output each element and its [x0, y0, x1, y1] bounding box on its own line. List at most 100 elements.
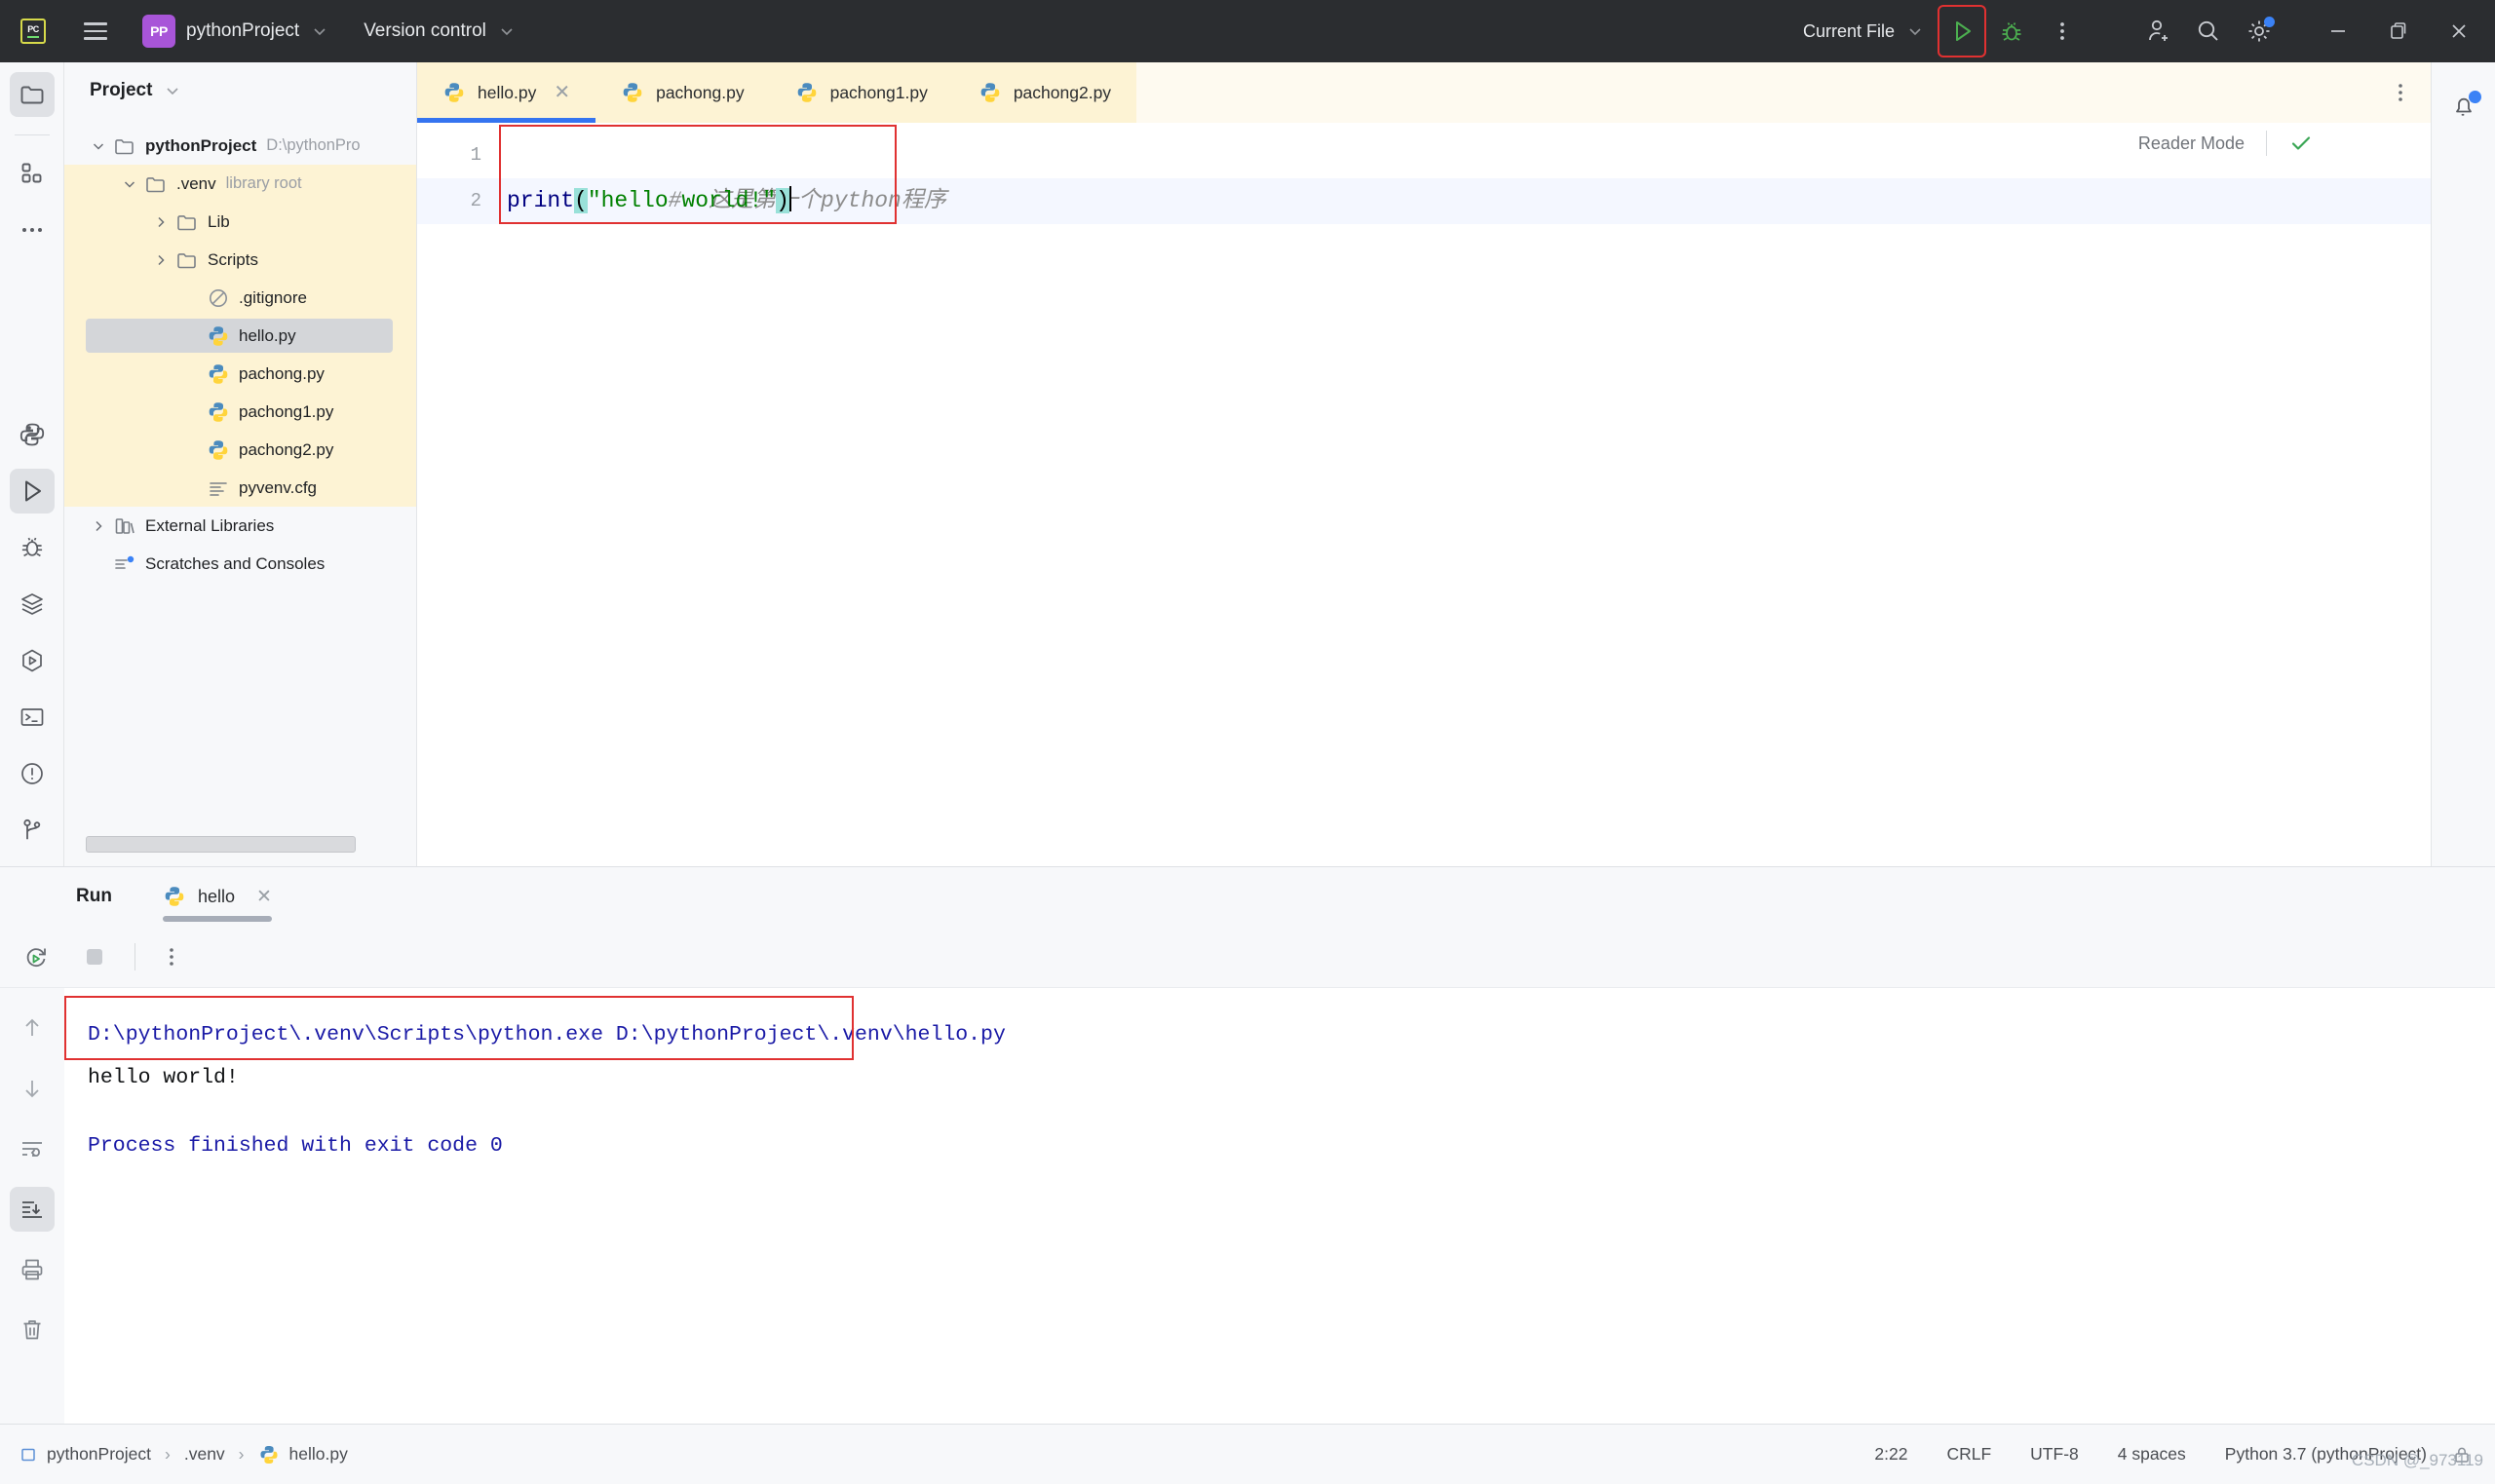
- hamburger-menu-icon[interactable]: [70, 8, 121, 55]
- tree-item-pachong2-py[interactable]: pachong2.py: [64, 431, 416, 469]
- caret-position[interactable]: 2:22: [1874, 1444, 1907, 1465]
- check-mark-icon[interactable]: [2267, 131, 2314, 156]
- folder-icon: [173, 210, 201, 234]
- breadcrumb[interactable]: pythonProject › .venv › hello.py: [19, 1444, 348, 1465]
- problems-warning-icon[interactable]: [10, 751, 55, 796]
- editor-tab-pachong2-py[interactable]: pachong2.py: [953, 62, 1136, 123]
- chevron-down-icon[interactable]: [86, 138, 111, 154]
- breadcrumb-item-hello-py[interactable]: hello.py: [258, 1444, 348, 1465]
- close-icon[interactable]: [2429, 4, 2489, 58]
- python-file-icon: [205, 438, 232, 462]
- breadcrumb-item--venv[interactable]: .venv: [184, 1444, 225, 1465]
- tree-item-pythonproject[interactable]: pythonProject D:\pythonPro: [64, 127, 416, 165]
- run-configuration-selector[interactable]: Current File: [1803, 21, 1924, 42]
- chevron-down-icon[interactable]: [498, 22, 516, 40]
- add-user-icon[interactable]: [2132, 6, 2183, 57]
- python-keyword: print: [507, 188, 575, 213]
- reader-mode-label: Reader Mode: [2137, 133, 2245, 153]
- editor-tab-pachong1-py[interactable]: pachong1.py: [770, 62, 953, 123]
- editor-area[interactable]: 1 2 # 这是第一个python程序 print("hello world!"…: [417, 123, 2431, 866]
- chevron-down-icon[interactable]: [311, 22, 328, 40]
- debug-button[interactable]: [1986, 6, 2037, 57]
- project-panel-title: Project: [90, 80, 153, 100]
- reader-mode-control[interactable]: Reader Mode: [2138, 131, 2314, 156]
- editor-tab-label: pachong1.py: [829, 82, 928, 102]
- python-file-icon: [979, 81, 1002, 104]
- terminal-icon[interactable]: [10, 695, 55, 740]
- tree-item-scratches-and-consoles[interactable]: Scratches and Consoles: [64, 545, 416, 583]
- more-vertical-icon[interactable]: [2037, 6, 2088, 57]
- close-icon[interactable]: ✕: [256, 886, 272, 908]
- project-horizontal-scrollbar[interactable]: [86, 836, 356, 853]
- up-arrow-icon[interactable]: [10, 1006, 55, 1050]
- endpoints-icon[interactable]: [10, 638, 55, 683]
- tree-item-hello-py[interactable]: hello.py: [64, 317, 416, 355]
- code-content[interactable]: # 这是第一个python程序 print("hello world!"): [499, 123, 2431, 866]
- version-control-menu[interactable]: Version control: [364, 20, 516, 42]
- project-name-label[interactable]: pythonProject: [186, 20, 299, 42]
- more-vertical-icon[interactable]: [149, 934, 194, 979]
- file-encoding[interactable]: UTF-8: [2030, 1444, 2079, 1465]
- run-icon[interactable]: [9, 469, 55, 514]
- restore-window-icon[interactable]: [2368, 4, 2429, 58]
- gear-icon[interactable]: [2234, 6, 2284, 57]
- code-line-2[interactable]: print("hello world!"): [499, 178, 2431, 224]
- chevron-right-icon[interactable]: [148, 252, 173, 268]
- scroll-to-end-icon[interactable]: [10, 1187, 55, 1232]
- more-dots-icon[interactable]: [10, 208, 55, 252]
- tree-item-subtitle: library root: [225, 174, 302, 192]
- console-exit-line: Process finished with exit code 0: [88, 1134, 503, 1158]
- tree-item-label: Lib: [208, 211, 230, 231]
- python-file-icon: [258, 1444, 280, 1465]
- search-icon[interactable]: [2183, 6, 2234, 57]
- console-output-line: hello world!: [88, 1066, 239, 1089]
- down-arrow-icon[interactable]: [10, 1066, 55, 1111]
- run-console-output[interactable]: D:\pythonProject\.venv\Scripts\python.ex…: [64, 988, 2495, 1424]
- project-folder-icon[interactable]: [9, 72, 55, 117]
- clear-all-trash-icon[interactable]: [10, 1308, 55, 1352]
- left-tool-rail: [0, 62, 64, 866]
- breadcrumb-item-pythonproject[interactable]: pythonProject: [19, 1444, 151, 1465]
- indent-setting[interactable]: 4 spaces: [2118, 1444, 2186, 1465]
- tree-item--gitignore[interactable]: .gitignore: [64, 279, 416, 317]
- chevron-down-icon[interactable]: [164, 82, 181, 99]
- soft-wrap-icon[interactable]: [10, 1126, 55, 1171]
- tree-item-pachong1-py[interactable]: pachong1.py: [64, 393, 416, 431]
- line-separator[interactable]: CRLF: [1946, 1444, 1991, 1465]
- tree-item-external-libraries[interactable]: External Libraries: [64, 507, 416, 545]
- editor-tab-pachong-py[interactable]: pachong.py: [595, 62, 770, 123]
- stop-icon[interactable]: [72, 934, 117, 979]
- more-vertical-icon[interactable]: [2370, 62, 2431, 123]
- print-icon[interactable]: [10, 1247, 55, 1292]
- bell-notification-icon[interactable]: [2441, 84, 2486, 129]
- chevron-right-icon[interactable]: [148, 214, 173, 230]
- module-icon: [19, 1446, 37, 1464]
- chevron-down-icon[interactable]: [117, 176, 142, 192]
- structure-grid-icon[interactable]: [10, 151, 55, 196]
- python-console-icon[interactable]: [10, 412, 55, 457]
- run-button[interactable]: [1938, 5, 1986, 57]
- tree-item-scripts[interactable]: Scripts: [64, 241, 416, 279]
- project-tree[interactable]: pythonProject D:\pythonPro .venv library ro…: [64, 119, 416, 866]
- tree-item--venv[interactable]: .venv library root: [64, 165, 416, 203]
- editor-tab-hello-py[interactable]: hello.py ✕: [417, 62, 596, 123]
- tree-item-pyvenv-cfg[interactable]: pyvenv.cfg: [64, 469, 416, 507]
- close-icon[interactable]: ✕: [554, 83, 570, 102]
- tree-item-label: Scripts: [208, 249, 258, 269]
- run-side-actions: [0, 988, 64, 1424]
- chevron-down-icon[interactable]: [1906, 22, 1924, 40]
- chevron-right-icon[interactable]: [86, 518, 111, 534]
- tree-item-pachong-py[interactable]: pachong.py: [64, 355, 416, 393]
- git-branch-icon[interactable]: [10, 808, 55, 853]
- tree-item-label: .gitignore: [239, 287, 307, 307]
- run-session-tab[interactable]: hello ✕: [162, 867, 272, 926]
- minimize-icon[interactable]: [2308, 4, 2368, 58]
- rerun-icon[interactable]: [14, 934, 58, 979]
- tree-item-lib[interactable]: Lib: [64, 203, 416, 241]
- debug-bug-icon[interactable]: [10, 525, 55, 570]
- services-layers-icon[interactable]: [10, 582, 55, 627]
- tree-item-label: pachong1.py: [239, 401, 334, 421]
- folder-icon: [173, 248, 201, 272]
- left-rail-bottom-group: [9, 412, 55, 866]
- settings-badge: [2264, 17, 2275, 27]
